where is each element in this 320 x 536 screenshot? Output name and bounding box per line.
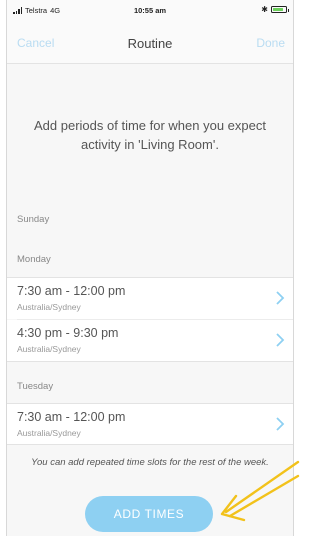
done-button[interactable]: Done bbox=[256, 36, 285, 50]
slot-time: 7:30 am - 12:00 pm bbox=[17, 284, 126, 298]
slot-timezone: Australia/Sydney bbox=[17, 428, 81, 438]
time-slot-row[interactable]: 7:30 am - 12:00 pm Australia/Sydney bbox=[7, 277, 293, 319]
time-slot-row[interactable]: 4:30 pm - 9:30 pm Australia/Sydney bbox=[7, 320, 293, 362]
slot-time: 7:30 am - 12:00 pm bbox=[17, 410, 126, 424]
chevron-right-icon bbox=[275, 416, 285, 432]
status-time: 10:55 am bbox=[133, 6, 167, 15]
status-bar: Telstra 4G 10:55 am ✱ bbox=[7, 0, 293, 22]
day-header-tuesday: Tuesday bbox=[17, 381, 54, 392]
status-right: ✱ bbox=[261, 5, 289, 14]
slot-timezone: Australia/Sydney bbox=[17, 344, 81, 354]
chevron-right-icon bbox=[275, 290, 285, 306]
slot-time: 4:30 pm - 9:30 pm bbox=[17, 326, 119, 340]
bluetooth-icon: ✱ bbox=[261, 5, 268, 14]
phone-screen: Telstra 4G 10:55 am ✱ Cancel Routine Don… bbox=[6, 0, 294, 536]
day-header-monday: Monday bbox=[17, 254, 51, 265]
time-slot-row[interactable]: 7:30 am - 12:00 pm Australia/Sydney bbox=[7, 403, 293, 445]
battery-icon bbox=[271, 6, 289, 13]
page-title: Routine bbox=[127, 36, 173, 51]
day-header-sunday: Sunday bbox=[17, 214, 50, 225]
slot-timezone: Australia/Sydney bbox=[17, 302, 81, 312]
nav-bar: Cancel Routine Done bbox=[7, 22, 293, 64]
intro-text: Add periods of time for when you expect … bbox=[34, 118, 266, 152]
add-times-button[interactable]: ADD TIMES bbox=[85, 496, 213, 532]
hint-text: You can add repeated time slots for the … bbox=[31, 457, 269, 468]
chevron-right-icon bbox=[275, 332, 285, 348]
